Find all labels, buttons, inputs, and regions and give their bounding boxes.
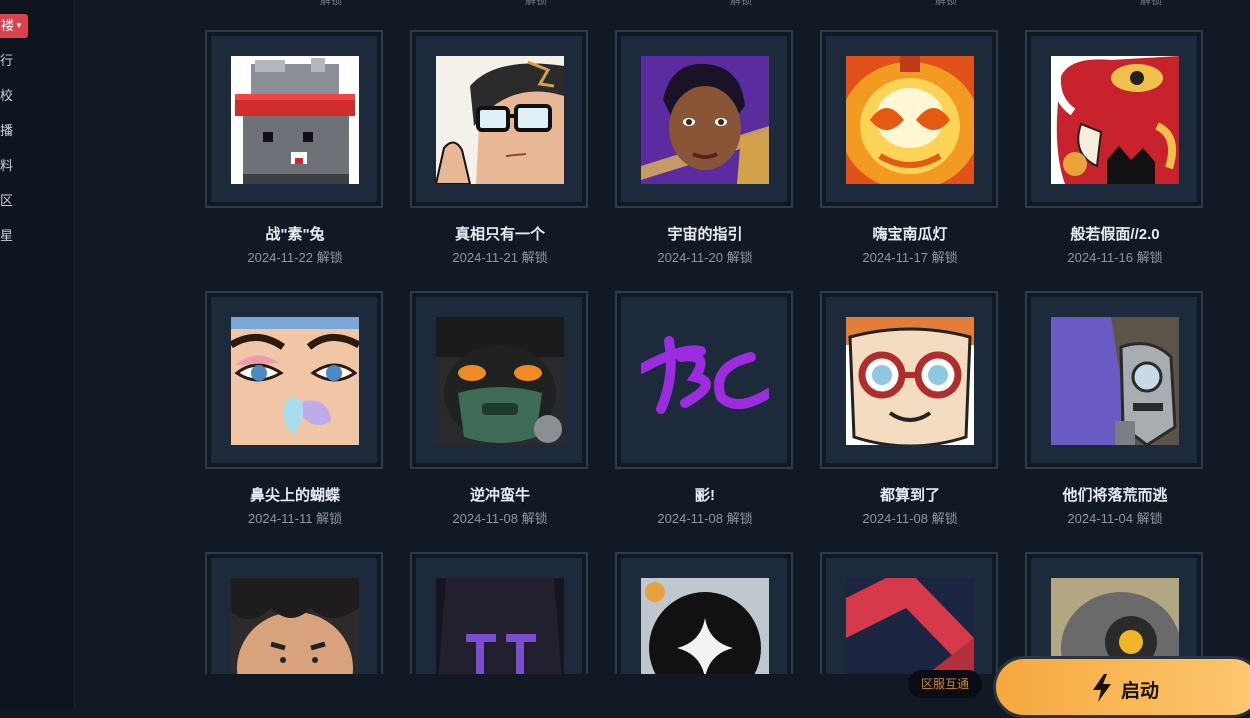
pixel-rabbit-icon bbox=[231, 56, 359, 184]
prev-row-date: 解锁 bbox=[525, 0, 547, 7]
prev-row-date: 解锁 bbox=[1140, 0, 1162, 7]
sidebar-item[interactable]: 播 bbox=[0, 123, 20, 139]
avatar-title: 真相只有一个 bbox=[454, 226, 545, 243]
prev-row-date: 解锁 bbox=[320, 0, 342, 7]
avatar-card[interactable] bbox=[615, 552, 793, 674]
butterfly-nose-icon bbox=[231, 317, 359, 445]
unlock-date: 2024-11-22 解锁 bbox=[247, 250, 343, 265]
avatar-card[interactable] bbox=[820, 291, 998, 469]
oni-mask-icon bbox=[1051, 56, 1179, 184]
prev-row-date: 解锁 bbox=[935, 0, 957, 7]
unlock-date: 2024-11-17 解锁 bbox=[862, 250, 958, 265]
avatar-title: 逆冲蛮牛 bbox=[469, 487, 530, 504]
avatar-card[interactable] bbox=[615, 291, 793, 469]
avatar-card[interactable] bbox=[410, 552, 588, 674]
star-orb-icon bbox=[641, 578, 769, 674]
unlock-date: 2024-11-16 解锁 bbox=[1067, 250, 1163, 265]
unlock-date: 2024-11-20 解锁 bbox=[657, 250, 753, 265]
curly-hair-face-icon bbox=[231, 578, 359, 674]
sidebar-item[interactable]: 行 bbox=[0, 53, 20, 69]
sidebar-item[interactable]: 料 bbox=[0, 158, 20, 174]
avatar-title: 般若假面//2.0 bbox=[1070, 226, 1160, 243]
avatar-title: 战"素"兔 bbox=[265, 226, 325, 243]
unlock-date: 2024-11-11 解锁 bbox=[247, 511, 343, 526]
sidebar-item[interactable]: 校 bbox=[0, 88, 20, 104]
avatar-title: 他们将落荒而逃 bbox=[1062, 487, 1168, 504]
sidebar-badge-label: 褛 bbox=[1, 18, 15, 33]
avatar-title: 嗨宝南瓜灯 bbox=[872, 226, 948, 243]
sidebar-item[interactable]: 星 bbox=[0, 228, 20, 244]
avatar-card[interactable] bbox=[205, 30, 383, 208]
avatar-title: 鼻尖上的蝴蝶 bbox=[249, 487, 340, 504]
dark-hood-icon bbox=[436, 578, 564, 674]
avatar-card[interactable] bbox=[205, 552, 383, 674]
avatar-card[interactable] bbox=[205, 291, 383, 469]
masked-warrior-icon bbox=[436, 317, 564, 445]
avatar-title: 彨! bbox=[695, 487, 715, 504]
avatar-card[interactable] bbox=[615, 30, 793, 208]
braided-woman-icon bbox=[641, 56, 769, 184]
pumpkin-lantern-icon bbox=[846, 56, 974, 184]
unlock-date: 2024-11-08 解锁 bbox=[862, 511, 958, 526]
prev-row-date: 解锁 bbox=[730, 0, 752, 7]
purple-graffiti-icon bbox=[641, 317, 769, 445]
avatar-card[interactable] bbox=[410, 291, 588, 469]
sidebar-item[interactable]: 区 bbox=[0, 193, 20, 209]
sidebar-active-badge[interactable]: 褛▼ bbox=[0, 14, 28, 38]
avatar-card[interactable] bbox=[1025, 30, 1203, 208]
avatar-card[interactable] bbox=[410, 30, 588, 208]
robot-arm-icon bbox=[1051, 317, 1179, 445]
unlock-date: 2024-11-08 解锁 bbox=[657, 511, 753, 526]
lightning-icon bbox=[1093, 674, 1111, 702]
chevron-down-icon: ▼ bbox=[15, 21, 23, 30]
avatar-title: 宇宙的指引 bbox=[667, 226, 743, 243]
red-chevron-icon bbox=[846, 578, 974, 674]
unlock-date: 2024-11-21 解锁 bbox=[452, 250, 548, 265]
glasses-man-icon bbox=[436, 56, 564, 184]
avatar-title: 都算到了 bbox=[879, 487, 940, 504]
avatar-card[interactable] bbox=[1025, 291, 1203, 469]
region-interop-badge: 区服互通 bbox=[908, 670, 982, 698]
avatar-card[interactable] bbox=[820, 552, 998, 674]
unlock-date: 2024-11-04 解锁 bbox=[1067, 511, 1163, 526]
goggles-yordle-icon bbox=[846, 317, 974, 445]
unlock-date: 2024-11-08 解锁 bbox=[452, 511, 548, 526]
avatar-card[interactable] bbox=[820, 30, 998, 208]
launch-label: 启动 bbox=[1121, 681, 1160, 702]
